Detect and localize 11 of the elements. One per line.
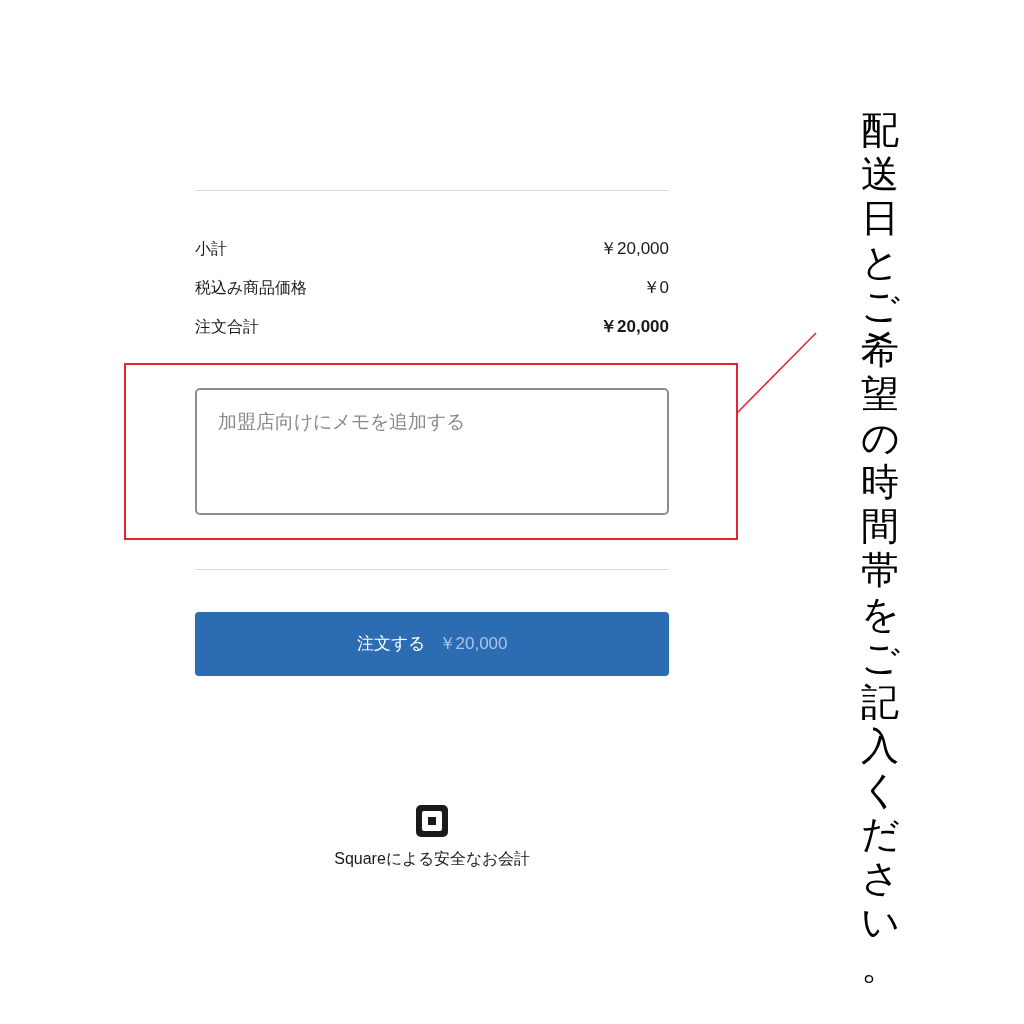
annotation-text: 配送日とご希望の時間帯をご記入ください。 [861,108,899,988]
summary-value: ￥20,000 [600,238,669,261]
summary-label: 税込み商品価格 [195,278,307,298]
summary-label: 注文合計 [195,317,259,337]
square-logo-icon [416,805,448,837]
summary-value: ￥20,000 [600,316,669,339]
order-button[interactable]: 注文する ￥20,000 [195,612,669,676]
secure-checkout-text: Squareによる安全なお会計 [334,849,530,869]
summary-value: ￥0 [642,277,669,300]
summary-label: 小計 [195,239,227,259]
memo-field[interactable]: 加盟店向けにメモを追加する [195,388,669,515]
